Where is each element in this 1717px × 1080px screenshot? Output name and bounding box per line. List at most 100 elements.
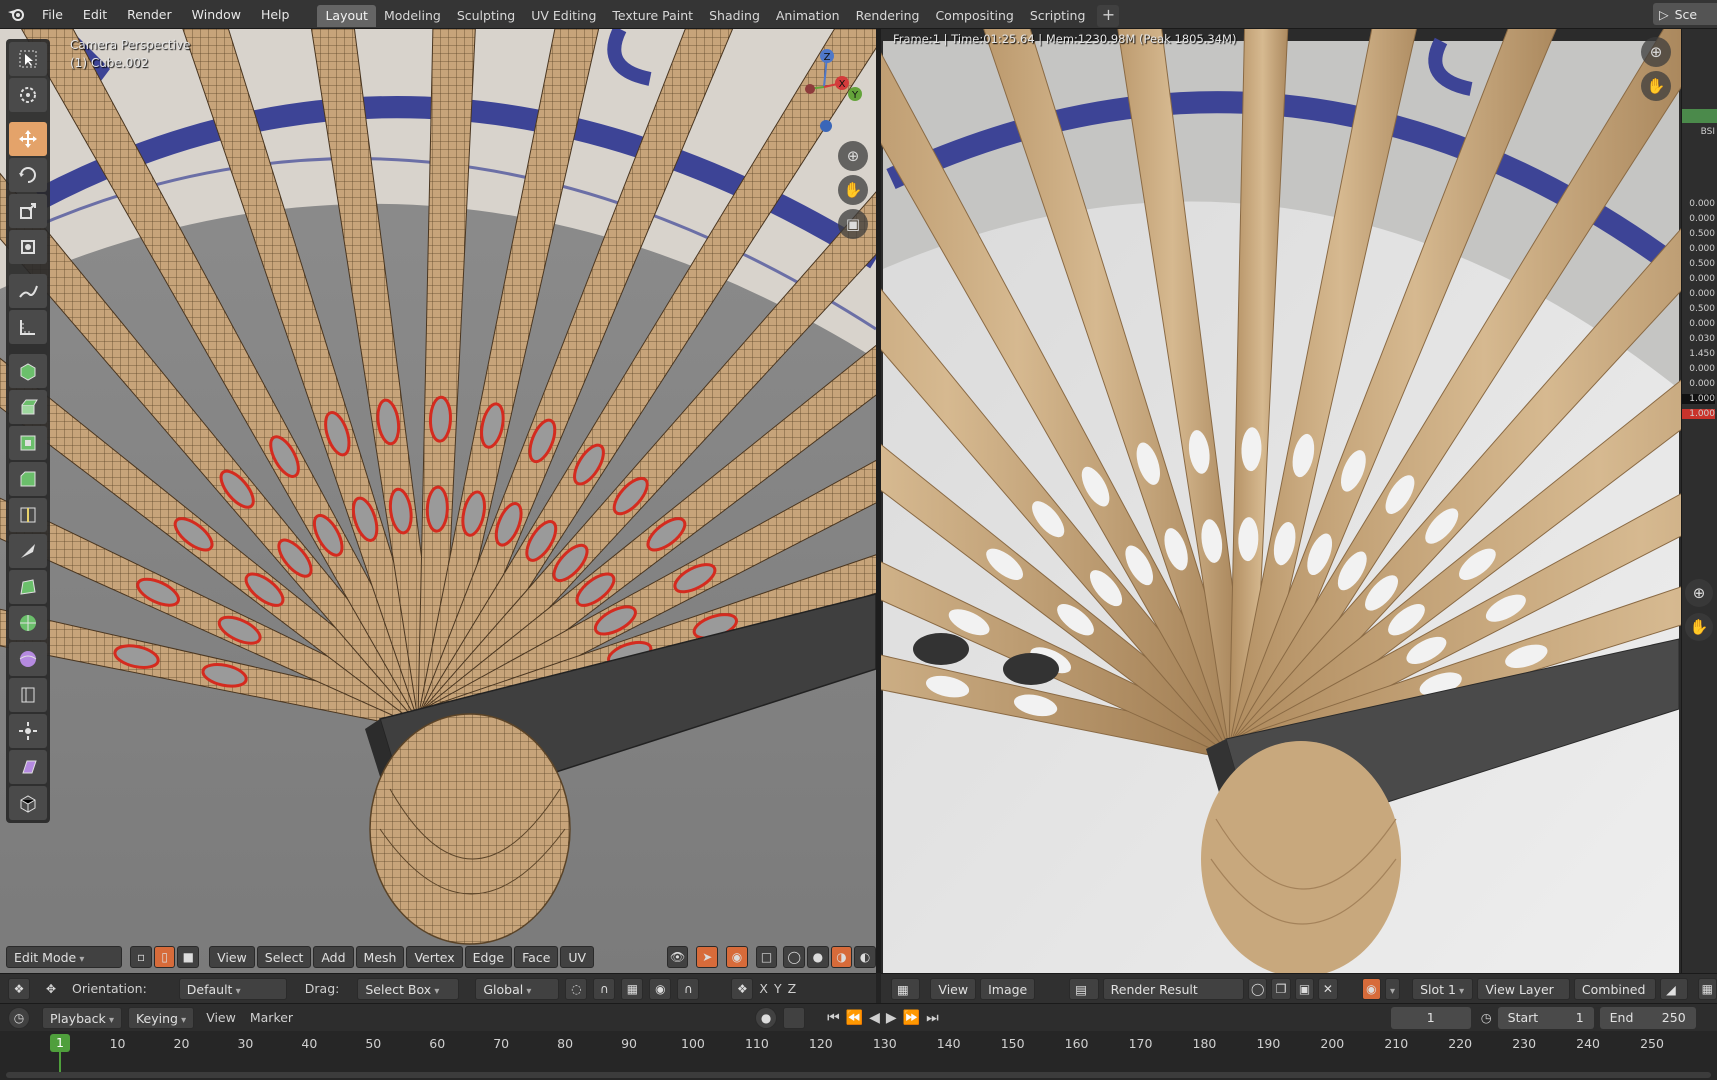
- menu-file[interactable]: File: [32, 0, 73, 29]
- pan-view-hand-icon[interactable]: ✋: [838, 175, 868, 205]
- current-frame-field[interactable]: 1: [1390, 1006, 1471, 1029]
- tab-sculpting[interactable]: Sculpting: [449, 5, 523, 27]
- menu-timeline-view[interactable]: View: [206, 1010, 236, 1025]
- display-channels-dropdown[interactable]: [1385, 977, 1401, 1000]
- open-image-folder-icon[interactable]: ▣: [1294, 977, 1315, 1000]
- rotate-tool-icon[interactable]: [9, 158, 47, 192]
- start-frame-field[interactable]: Start 1: [1497, 1006, 1594, 1029]
- cursor-tool-icon[interactable]: [9, 78, 47, 112]
- move-tool-icon[interactable]: [9, 122, 47, 156]
- menu-marker[interactable]: Marker: [250, 1010, 293, 1025]
- jump-to-keyframe-back-icon[interactable]: ⏪: [846, 1010, 863, 1026]
- shear-tool-icon[interactable]: [9, 750, 47, 784]
- menu-vertex[interactable]: Vertex: [406, 946, 463, 968]
- image-browse-icon[interactable]: ▤: [1069, 977, 1099, 1000]
- orientation-dropdown[interactable]: Default: [178, 977, 287, 1000]
- jump-to-keyframe-forward-icon[interactable]: ⏩: [903, 1010, 920, 1026]
- slot-dropdown[interactable]: Slot 1: [1412, 977, 1474, 1000]
- bevel-tool-icon[interactable]: [9, 462, 47, 496]
- image-name-field[interactable]: Render Result: [1102, 977, 1244, 1000]
- mirror-y[interactable]: Y: [774, 981, 782, 996]
- property-value[interactable]: 0.000: [1689, 379, 1715, 389]
- property-value[interactable]: 0.500: [1689, 229, 1715, 239]
- menu-face[interactable]: Face: [514, 946, 559, 968]
- spin-tool-icon[interactable]: [9, 606, 47, 640]
- gizmo-toggle-icon[interactable]: ➤: [696, 946, 719, 968]
- pivot-point-icon[interactable]: ◌: [565, 977, 588, 1000]
- property-value[interactable]: 1.450: [1689, 349, 1715, 359]
- tab-rendering[interactable]: Rendering: [848, 5, 928, 27]
- mode-selector[interactable]: Edit Mode: [6, 946, 123, 968]
- image-zoom-icon[interactable]: ⊕: [1641, 37, 1671, 67]
- tab-scripting[interactable]: Scripting: [1022, 5, 1094, 27]
- viewport-3d[interactable]: Camera Perspective (1) Cube.002 Z X Y ⊕ …: [0, 29, 876, 973]
- menu-view-image[interactable]: View: [930, 977, 977, 1000]
- menu-uv[interactable]: UV: [560, 946, 595, 968]
- properties-pan-hand-icon[interactable]: ✋: [1685, 613, 1713, 641]
- preview-range-clock-icon[interactable]: ◷: [1481, 1010, 1492, 1025]
- jump-to-start-icon[interactable]: ⏮: [827, 1010, 840, 1026]
- property-value[interactable]: 1.000: [1682, 409, 1715, 419]
- overlay-toggle-icon[interactable]: ◉: [726, 946, 748, 968]
- image-display-channels-icon[interactable]: ◉: [1361, 977, 1382, 1000]
- measure-tool-icon[interactable]: [9, 310, 47, 344]
- playhead-line[interactable]: [59, 1052, 61, 1074]
- shading-rendered-icon[interactable]: ◐: [854, 946, 876, 968]
- shading-solid-icon[interactable]: ●: [807, 946, 829, 968]
- camera-view-icon[interactable]: ▣: [838, 209, 868, 239]
- property-value[interactable]: 0.000: [1689, 319, 1715, 329]
- properties-zoom-icon[interactable]: ⊕: [1685, 579, 1713, 607]
- edge-select-icon[interactable]: ▯: [153, 946, 176, 968]
- snap-element-icon[interactable]: ▦: [621, 977, 644, 1000]
- view-object-types-icon[interactable]: 👁: [666, 946, 689, 968]
- axis-gizmo-icon[interactable]: Z X Y: [780, 39, 870, 139]
- knife-tool-icon[interactable]: [9, 534, 47, 568]
- shrink-fatten-tool-icon[interactable]: [9, 714, 47, 748]
- view-layer-dropdown[interactable]: View Layer: [1477, 977, 1570, 1000]
- zoom-view-icon[interactable]: ⊕: [838, 141, 868, 171]
- property-value[interactable]: 0.000: [1689, 214, 1715, 224]
- vertex-select-icon[interactable]: ▫: [130, 946, 152, 968]
- edge-slide-tool-icon[interactable]: [9, 678, 47, 712]
- play-icon[interactable]: ▶: [886, 1010, 897, 1026]
- tab-modeling[interactable]: Modeling: [376, 5, 449, 27]
- shading-material-icon[interactable]: ◑: [830, 946, 853, 968]
- record-keyframe-icon[interactable]: ●: [755, 1006, 778, 1029]
- property-value[interactable]: 0.500: [1689, 304, 1715, 314]
- scale-tool-icon[interactable]: [9, 194, 47, 228]
- select-box-tool-icon[interactable]: [9, 42, 47, 76]
- add-workspace-button[interactable]: +: [1097, 4, 1120, 27]
- shading-wireframe-icon[interactable]: ◯: [783, 946, 806, 968]
- scene-selector[interactable]: ▷ Sce: [1653, 3, 1717, 25]
- properties-editor-icon[interactable]: ▦: [1697, 977, 1717, 1000]
- playhead-frame-indicator[interactable]: 1: [50, 1034, 70, 1052]
- xray-toggle-icon[interactable]: □: [755, 946, 778, 968]
- jump-to-end-icon[interactable]: ⏭: [926, 1010, 939, 1026]
- menu-render[interactable]: Render: [117, 0, 182, 29]
- property-value[interactable]: 0.000: [1689, 274, 1715, 284]
- editor-type-icon[interactable]: ▦: [891, 977, 921, 1000]
- tab-layout[interactable]: Layout: [317, 4, 376, 27]
- property-value[interactable]: 0.500: [1689, 259, 1715, 269]
- play-reverse-icon[interactable]: ◀: [869, 1010, 880, 1026]
- mirror-z[interactable]: Z: [788, 981, 797, 996]
- transform-orientation-dropdown[interactable]: Global: [475, 977, 560, 1000]
- blender-logo-icon[interactable]: [0, 0, 32, 29]
- tab-compositing[interactable]: Compositing: [927, 5, 1021, 27]
- image-pan-hand-icon[interactable]: ✋: [1641, 71, 1671, 101]
- fake-user-shield-icon[interactable]: ◯: [1248, 977, 1268, 1000]
- property-value[interactable]: 0.000: [1689, 289, 1715, 299]
- rip-region-tool-icon[interactable]: [9, 786, 47, 820]
- menu-select[interactable]: Select: [256, 946, 312, 968]
- timeline-editor-type-icon[interactable]: ◷: [8, 1006, 30, 1029]
- proportional-edit-icon[interactable]: ◉: [649, 977, 672, 1000]
- property-value[interactable]: 0.000: [1689, 199, 1715, 209]
- menu-image[interactable]: Image: [980, 977, 1036, 1000]
- tab-animation[interactable]: Animation: [768, 5, 848, 27]
- menu-add[interactable]: Add: [313, 946, 354, 968]
- property-value[interactable]: 0.000: [1689, 364, 1715, 374]
- inset-faces-tool-icon[interactable]: [9, 426, 47, 460]
- drag-dropdown[interactable]: Select Box: [357, 977, 460, 1000]
- menu-window[interactable]: Window: [182, 0, 251, 29]
- poly-build-tool-icon[interactable]: [9, 570, 47, 604]
